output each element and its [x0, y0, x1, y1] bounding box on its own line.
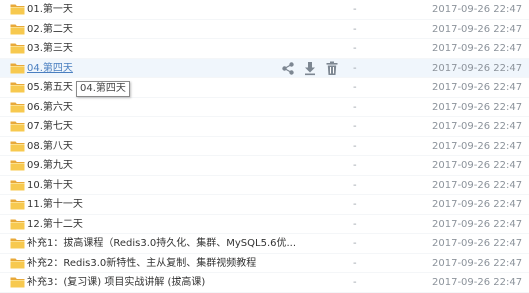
- file-row[interactable]: 08.第八天 - 2017-09-26 22:47: [0, 137, 529, 156]
- modified-date: 2017-09-26 22:47: [432, 277, 523, 288]
- filename-tooltip: 04.第四天: [76, 81, 130, 97]
- folder-icon: [10, 179, 25, 191]
- share-icon: [281, 61, 295, 76]
- modified-date: 2017-09-26 22:47: [432, 179, 523, 191]
- file-size: -: [353, 238, 357, 249]
- file-name[interactable]: 05.第五天: [27, 82, 73, 94]
- modified-date: 2017-09-26 22:47: [432, 43, 523, 54]
- folder-icon: [10, 237, 25, 249]
- file-name[interactable]: 12.第十二天: [27, 219, 83, 231]
- folder-icon: [10, 218, 25, 230]
- file-size: -: [353, 101, 357, 113]
- file-name[interactable]: 09.第九天: [27, 160, 73, 172]
- modified-date: 2017-09-26 22:47: [432, 257, 523, 269]
- file-name[interactable]: 03.第三天: [27, 43, 73, 55]
- folder-icon: [10, 23, 25, 35]
- file-size: -: [353, 160, 357, 171]
- folder-icon: [10, 276, 25, 288]
- file-size: -: [353, 218, 357, 230]
- modified-date: 2017-09-26 22:47: [432, 218, 523, 230]
- file-row[interactable]: 06.第六天 - 2017-09-26 22:47: [0, 98, 529, 117]
- modified-date: 2017-09-26 22:47: [432, 160, 523, 171]
- file-row[interactable]: 12.第十二天 - 2017-09-26 22:47: [0, 215, 529, 234]
- file-name[interactable]: 11.第十一天: [27, 199, 83, 211]
- download-button[interactable]: [303, 61, 317, 76]
- folder-icon: [10, 42, 25, 54]
- file-name[interactable]: 补充3：(复习课) 项目实战讲解 (拔高课): [27, 277, 205, 289]
- share-button[interactable]: [281, 61, 295, 76]
- file-size: -: [353, 23, 357, 35]
- file-size: -: [353, 43, 357, 54]
- file-size: -: [353, 257, 357, 269]
- file-name[interactable]: 补充1：拔高课程（Redis3.0持久化、集群、MySQL5.6优...: [27, 238, 296, 250]
- file-size: -: [353, 199, 357, 210]
- file-row[interactable]: 补充2：Redis3.0新特性、主从复制、集群视频教程 - 2017-09-26 2…: [0, 254, 529, 273]
- file-size: -: [353, 62, 357, 74]
- folder-icon: [10, 101, 25, 113]
- file-name[interactable]: 10.第十天: [27, 180, 73, 192]
- modified-date: 2017-09-26 22:47: [432, 23, 523, 35]
- folder-icon: [10, 159, 25, 171]
- file-row[interactable]: 11.第十一天 - 2017-09-26 22:47: [0, 195, 529, 215]
- file-row[interactable]: 02.第二天 - 2017-09-26 22:47: [0, 20, 529, 39]
- file-row[interactable]: 01.第一天 - 2017-09-26 22:47: [0, 0, 529, 20]
- folder-icon: [10, 81, 25, 93]
- trash-icon: [325, 61, 339, 76]
- file-row[interactable]: 10.第十天 - 2017-09-26 22:47: [0, 176, 529, 195]
- file-size: -: [353, 121, 357, 132]
- file-name[interactable]: 04.第四天: [27, 63, 73, 75]
- file-row[interactable]: 07.第七天 - 2017-09-26 22:47: [0, 117, 529, 137]
- folder-icon: [10, 198, 25, 210]
- file-size: -: [353, 179, 357, 191]
- modified-date: 2017-09-26 22:47: [432, 121, 523, 132]
- file-size: -: [353, 4, 357, 15]
- modified-date: 2017-09-26 22:47: [432, 4, 523, 15]
- modified-date: 2017-09-26 22:47: [432, 199, 523, 210]
- folder-icon: [10, 62, 25, 74]
- file-size: -: [353, 82, 357, 93]
- delete-button[interactable]: [325, 61, 339, 76]
- file-row[interactable]: 补充1：拔高课程（Redis3.0持久化、集群、MySQL5.6优... - 201…: [0, 234, 529, 254]
- folder-icon: [10, 3, 25, 15]
- file-row[interactable]: 09.第九天 - 2017-09-26 22:47: [0, 156, 529, 176]
- folder-icon: [10, 120, 25, 132]
- modified-date: 2017-09-26 22:47: [432, 140, 523, 152]
- modified-date: 2017-09-26 22:47: [432, 238, 523, 249]
- file-name[interactable]: 08.第八天: [27, 141, 73, 153]
- file-name[interactable]: 补充2：Redis3.0新特性、主从复制、集群视频教程: [27, 258, 256, 270]
- folder-icon: [10, 257, 25, 269]
- modified-date: 2017-09-26 22:47: [432, 101, 523, 113]
- file-row[interactable]: 04.第四天 - 2017-09-26 22:47: [0, 58, 529, 78]
- file-size: -: [353, 140, 357, 152]
- file-row[interactable]: 03.第三天 - 2017-09-26 22:47: [0, 39, 529, 59]
- download-icon: [303, 61, 317, 76]
- file-name[interactable]: 06.第六天: [27, 102, 73, 114]
- file-list: 01.第一天 - 2017-09-26 22:47 02.第二天 - 2017-09-26…: [0, 0, 529, 293]
- modified-date: 2017-09-26 22:47: [432, 82, 523, 93]
- file-name[interactable]: 02.第二天: [27, 24, 73, 36]
- file-size: -: [353, 277, 357, 288]
- file-name[interactable]: 01.第一天: [27, 4, 73, 16]
- folder-icon: [10, 140, 25, 152]
- file-name[interactable]: 07.第七天: [27, 121, 73, 133]
- modified-date: 2017-09-26 22:47: [432, 62, 523, 74]
